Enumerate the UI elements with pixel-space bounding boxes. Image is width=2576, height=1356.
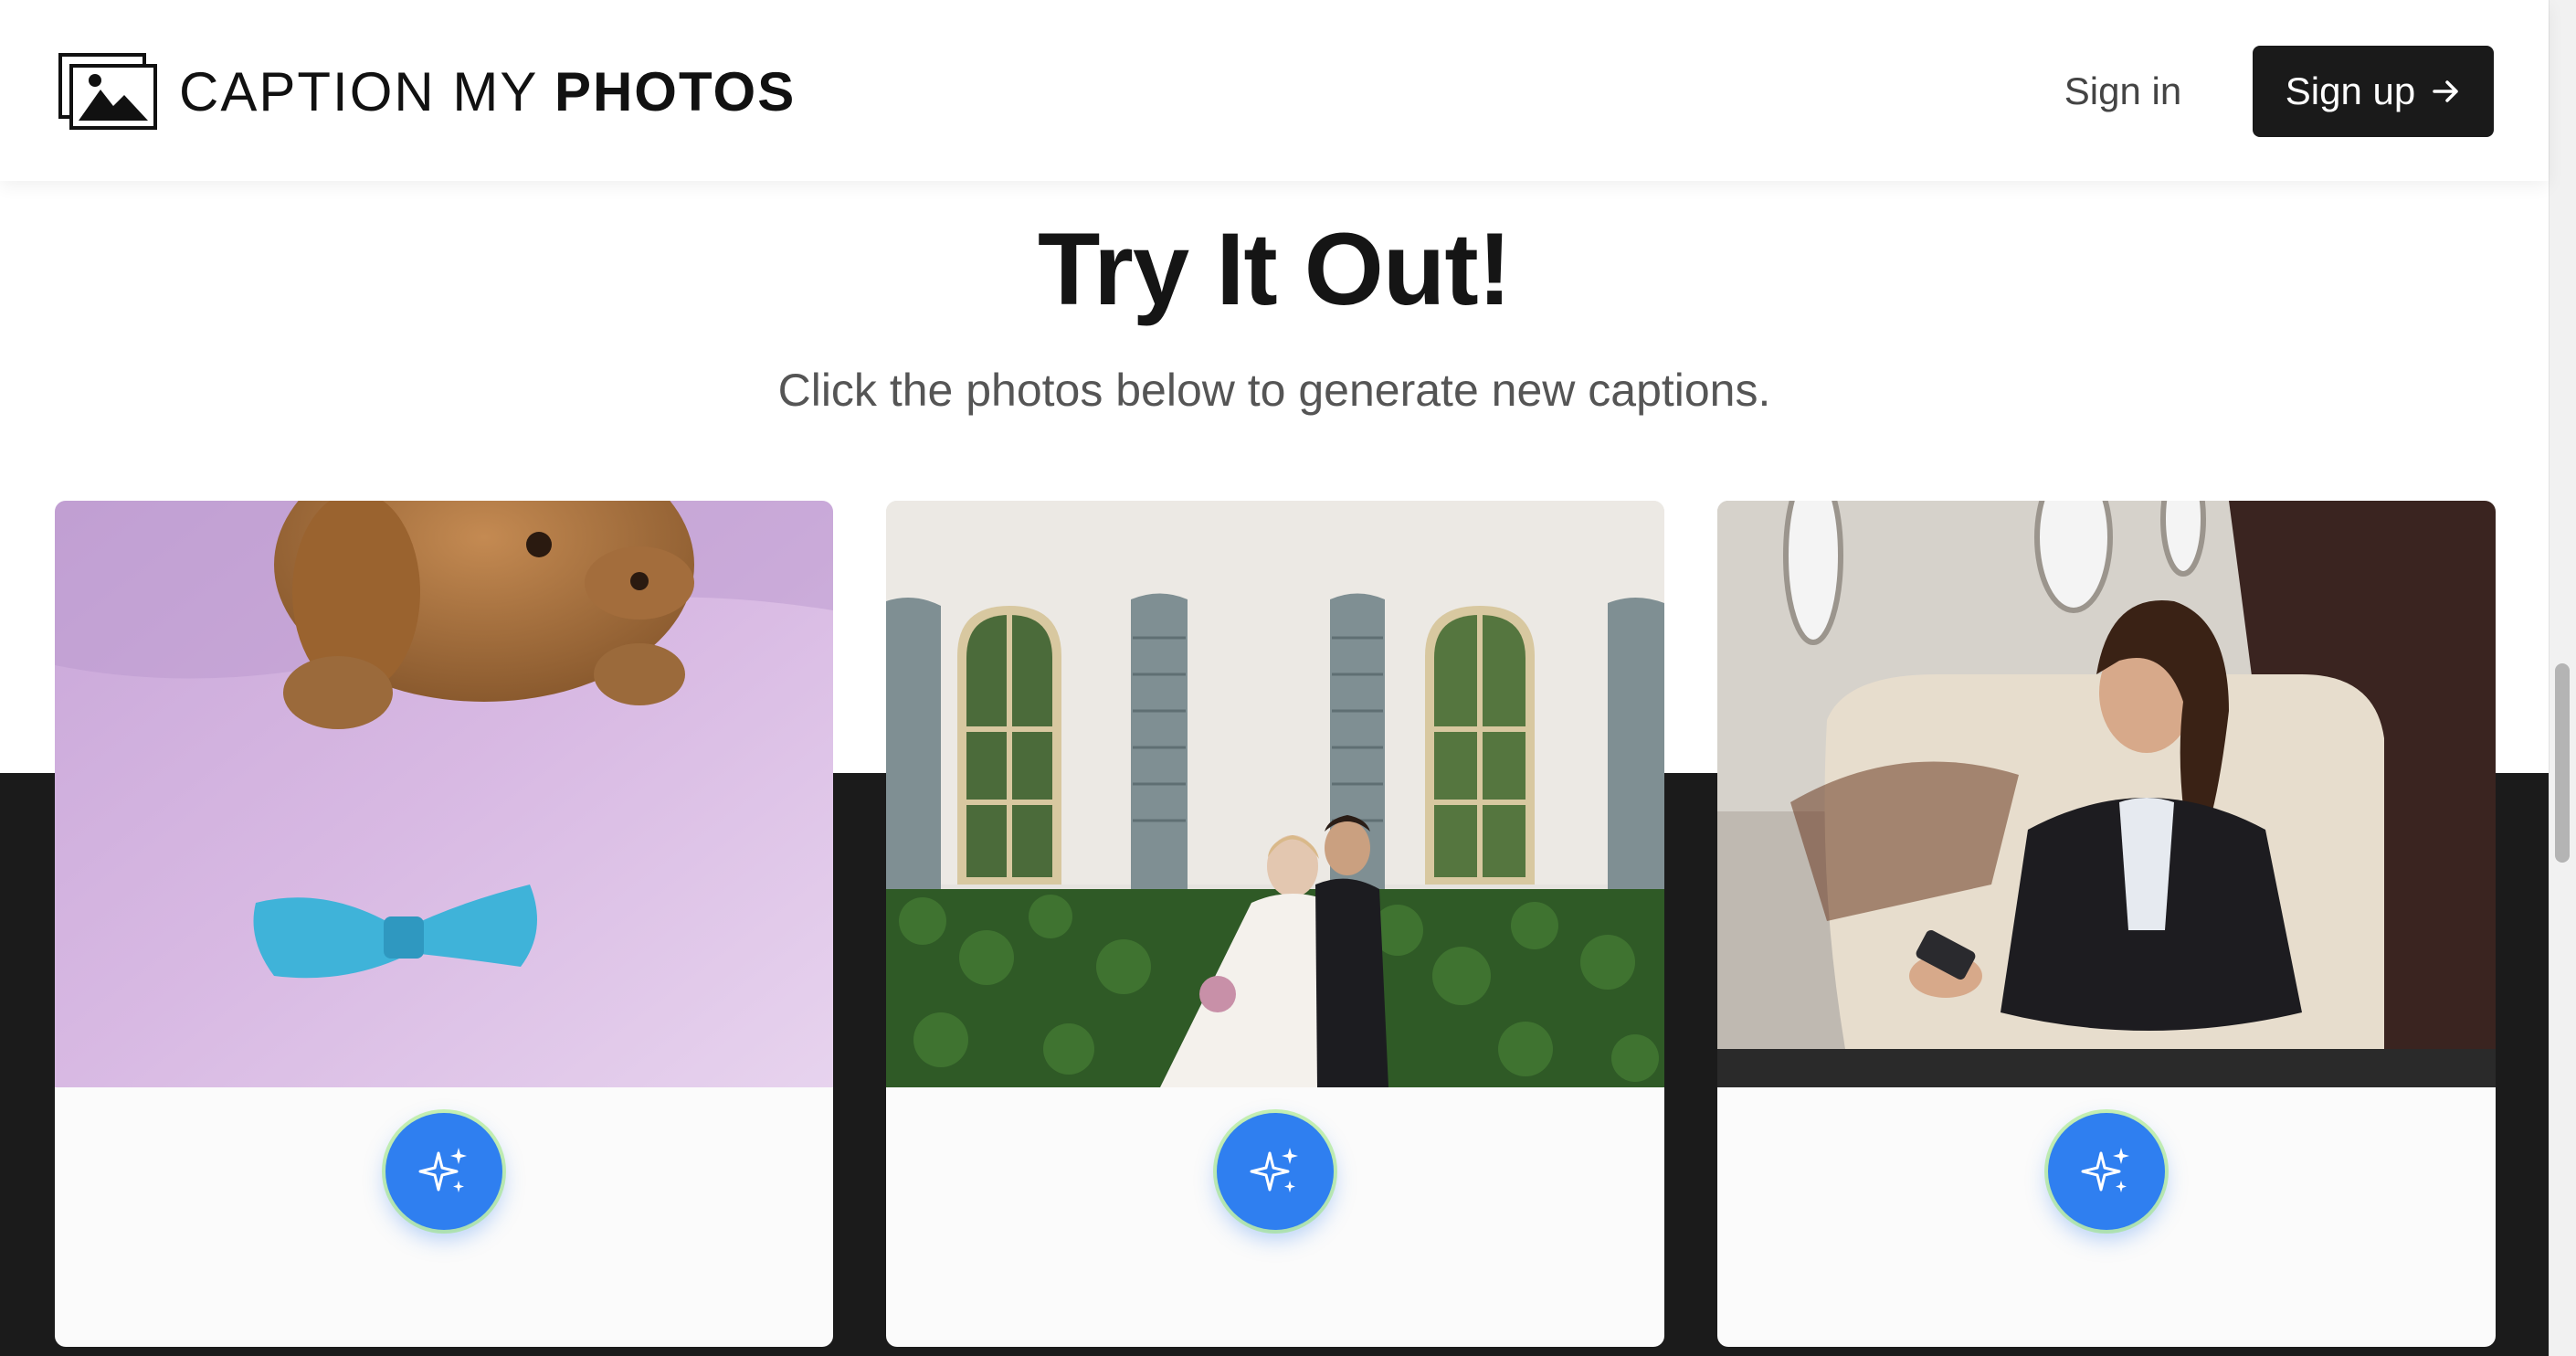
photos-logo-icon — [58, 53, 157, 130]
wedding-photo[interactable] — [886, 501, 1664, 1087]
section-subtitle: Click the photos below to generate new c… — [777, 365, 1771, 416]
puppy-photo[interactable] — [55, 501, 833, 1087]
sign-up-label: Sign up — [2285, 69, 2416, 112]
brand-logo[interactable]: CAPTION MY PHOTOS — [58, 53, 796, 130]
sign-in-link[interactable]: Sign in — [2041, 66, 2205, 117]
section-title: Try It Out! — [1038, 212, 1512, 326]
generate-caption-button[interactable] — [1217, 1113, 1334, 1230]
arrow-right-icon — [2433, 80, 2458, 102]
sparkles-icon — [2081, 1148, 2129, 1192]
sparkles-icon — [1250, 1148, 1298, 1192]
generate-caption-button[interactable] — [2048, 1113, 2165, 1230]
generate-caption-button[interactable] — [385, 1113, 502, 1230]
site-header: CAPTION MY PHOTOS Sign in Sign up — [0, 0, 2549, 181]
page-scrollbar-thumb[interactable] — [2555, 663, 2570, 863]
brand-name-bold: PHOTOS — [554, 60, 797, 122]
sparkles-icon — [418, 1148, 467, 1192]
brand-name: CAPTION MY PHOTOS — [179, 60, 796, 123]
sign-up-button[interactable]: Sign up — [2253, 46, 2494, 137]
jet-photo[interactable] — [1717, 501, 2496, 1087]
brand-name-light: CAPTION MY — [179, 60, 554, 122]
photo-card-puppy — [55, 501, 833, 1347]
photo-card-jet — [1717, 501, 2496, 1347]
photo-card-wedding — [886, 501, 1664, 1347]
